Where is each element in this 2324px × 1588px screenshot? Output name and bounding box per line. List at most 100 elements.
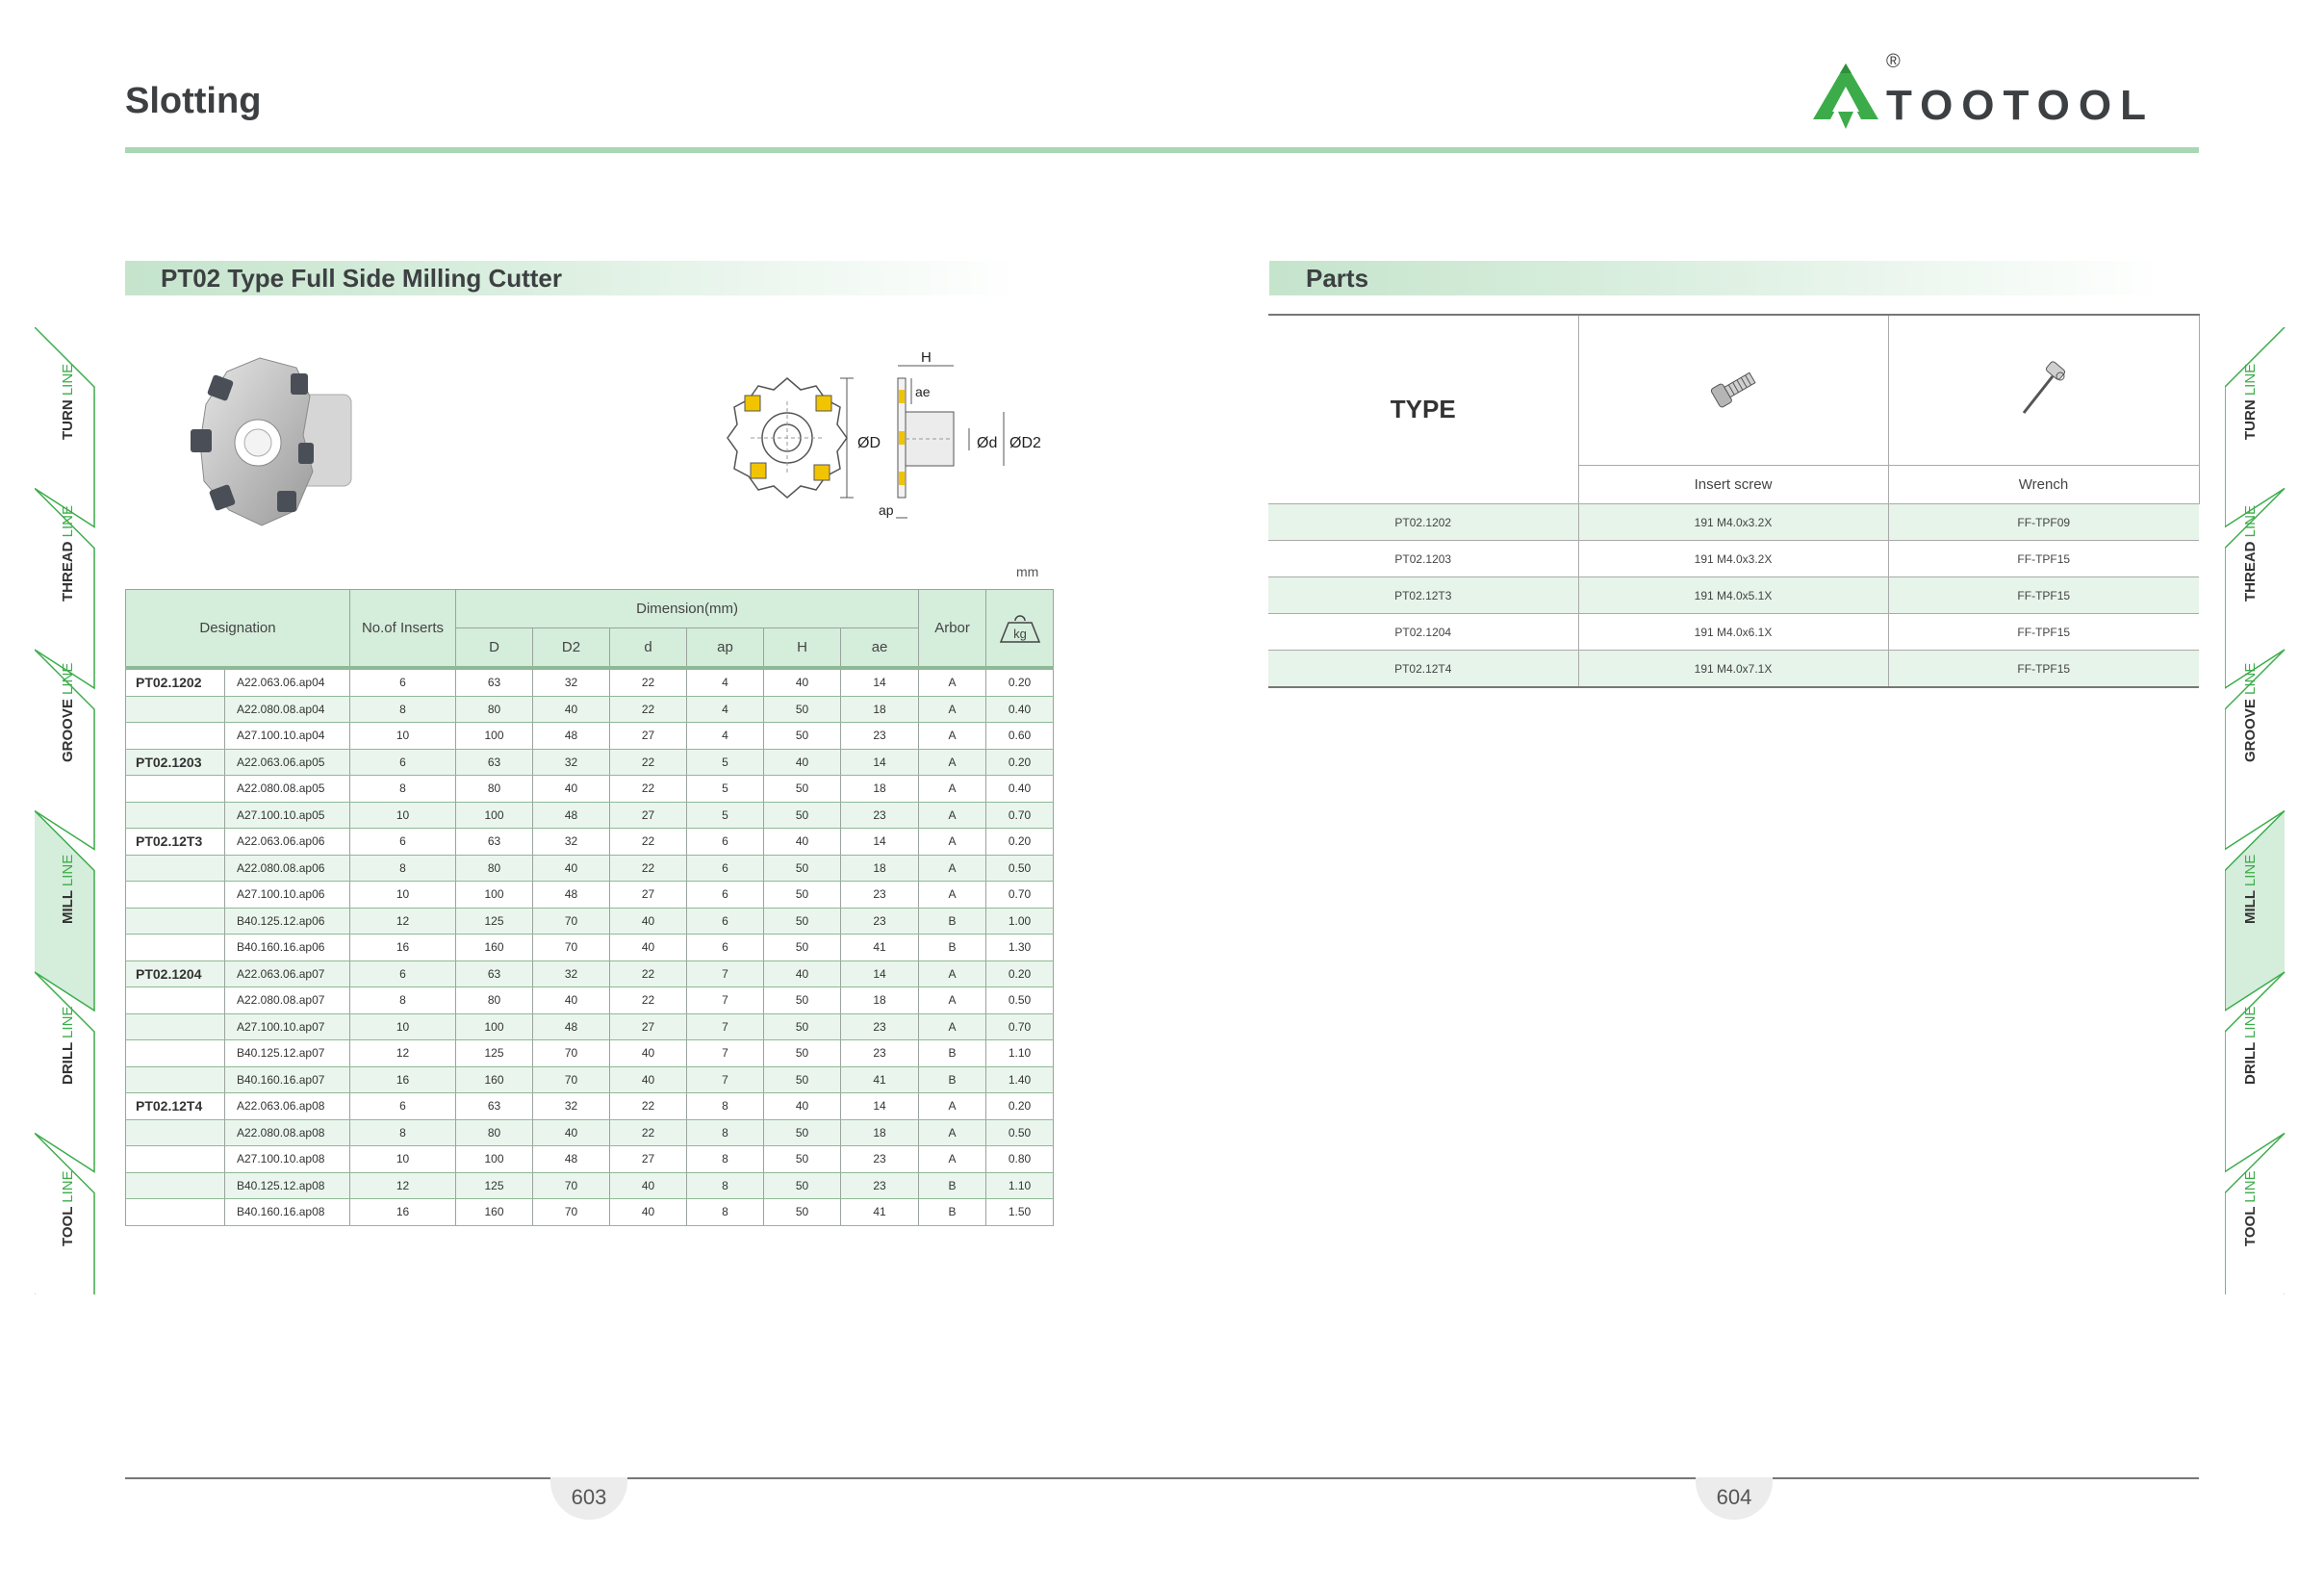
cell-arbor: B: [918, 934, 987, 961]
cell-kg: 0.20: [985, 1092, 1055, 1120]
cell-ins: 8: [349, 986, 456, 1014]
section-title-band-left: PT02 Type Full Side Milling Cutter: [125, 261, 1020, 295]
header-rule: [125, 147, 2199, 153]
cell-kg: 1.10: [985, 1172, 1055, 1199]
side-tab-shapes: [35, 327, 95, 1294]
side-tab-left-thread[interactable]: THREAD LINE: [60, 505, 76, 602]
cell-d: 125: [455, 1039, 533, 1067]
cutter-designation: A27.100.10.ap07: [224, 1013, 350, 1040]
diagram-label-d: Ød: [977, 435, 997, 451]
side-tab-left-turn[interactable]: TURN LINE: [60, 364, 76, 440]
side-tabs-left: TURN LINE THREAD LINE GROOVE LINE MILL LINE…: [35, 327, 140, 1294]
cell-d: 22: [609, 1119, 687, 1146]
cell-d2: 32: [532, 749, 610, 776]
cell-kg: 0.70: [985, 1013, 1055, 1040]
cell-d: 22: [609, 666, 687, 697]
header-dim-ae: ae: [839, 628, 920, 669]
table-row: A22.080.08.ap05 8 80 40 22 5 50 18 A 0.40: [125, 775, 1055, 803]
cell-d2: 32: [532, 828, 610, 856]
cell-ae: 18: [839, 775, 920, 803]
wrench-label: Wrench: [1887, 465, 2200, 504]
side-tab-right-groove[interactable]: GROOVE LINE: [2242, 663, 2259, 762]
table-row: A27.100.10.ap07 10 100 48 27 7 50 23 A 0.70: [125, 1013, 1055, 1040]
cell-ae: 23: [839, 722, 920, 750]
table-row: B40.160.16.ap06 16 160 70 40 6 50 41 B 1.30: [125, 934, 1055, 961]
cell-h: 50: [763, 696, 841, 723]
cell-h: 40: [763, 749, 841, 776]
cutter-designation: A27.100.10.ap04: [224, 722, 350, 750]
cell-kg: 0.50: [985, 1119, 1055, 1146]
side-tab-right-mill[interactable]: MILL LINE: [2242, 855, 2259, 924]
logo-mark-icon: [1813, 64, 1878, 129]
cell-arbor: A: [918, 881, 987, 909]
cell-ae: 14: [839, 666, 920, 697]
cell-ap: 8: [686, 1145, 764, 1173]
cell-arbor: A: [918, 855, 987, 882]
side-tab-right-thread[interactable]: THREAD LINE: [2242, 505, 2259, 602]
tootool-logo: ® TOOTOOL: [1813, 52, 2146, 129]
cell-ap: 6: [686, 881, 764, 909]
cell-kg: 1.40: [985, 1066, 1055, 1093]
cell-d: 63: [455, 666, 533, 697]
cell-ae: 14: [839, 1092, 920, 1120]
cell-ae: 23: [839, 1039, 920, 1067]
cell-ap: 7: [686, 1039, 764, 1067]
cell-d: 40: [609, 1066, 687, 1093]
parts-table: TYPE Insert screw Wrench PT02.1202 191 M…: [1268, 314, 2200, 688]
side-tab-line: LINE: [2242, 662, 2259, 696]
cutter-designation: B40.125.12.ap07: [224, 1039, 350, 1067]
cell-ae: 23: [839, 1172, 920, 1199]
insert-screw-label: Insert screw: [1577, 465, 1889, 504]
cell-d2: 40: [532, 1119, 610, 1146]
cell-ap: 7: [686, 986, 764, 1014]
cell-ap: 6: [686, 828, 764, 856]
cell-d: 100: [455, 881, 533, 909]
cell-ae: 41: [839, 1066, 920, 1093]
cell-d: 80: [455, 696, 533, 723]
side-tab-right-drill[interactable]: DRILL LINE: [2242, 1007, 2259, 1085]
cell-d: 125: [455, 908, 533, 935]
cell-h: 50: [763, 722, 841, 750]
cell-kg: 0.80: [985, 1145, 1055, 1173]
side-tab-left-groove[interactable]: GROOVE LINE: [60, 663, 76, 762]
diagram-label-D: ØD: [857, 435, 881, 451]
cell-d: 63: [455, 749, 533, 776]
side-tab-left-mill[interactable]: MILL LINE: [60, 855, 76, 924]
cell-d2: 70: [532, 1172, 610, 1199]
table-row: B40.125.12.ap07 12 125 70 40 7 50 23 B 1.10: [125, 1039, 1055, 1067]
cell-d: 80: [455, 986, 533, 1014]
cell-h: 50: [763, 1198, 841, 1226]
cell-ae: 18: [839, 855, 920, 882]
side-tab-left-tool[interactable]: TOOL LINE: [60, 1170, 76, 1246]
table-row: PT02.1203 A22.063.06.ap05 6 63 32 22 5 40 14 A 0.2…: [125, 749, 1055, 776]
header-dim-H: H: [763, 628, 841, 669]
cutter-designation: A22.080.08.ap06: [224, 855, 350, 882]
cell-d: 22: [609, 1092, 687, 1120]
side-tab-right-turn[interactable]: TURN LINE: [2242, 364, 2259, 440]
cell-kg: 0.20: [985, 666, 1055, 697]
cell-ap: 5: [686, 802, 764, 829]
side-tab-name: THREAD: [60, 541, 76, 602]
side-tab-left-drill[interactable]: DRILL LINE: [60, 1007, 76, 1085]
cell-kg: 0.70: [985, 802, 1055, 829]
cell-ins: 6: [349, 1092, 456, 1120]
cell-d: 27: [609, 722, 687, 750]
cell-d: 100: [455, 1145, 533, 1173]
cell-ins: 10: [349, 722, 456, 750]
parts-cell-wrench: FF-TPF15: [1888, 650, 2199, 688]
cell-ae: 14: [839, 828, 920, 856]
parts-cell-wrench: FF-TPF15: [1888, 540, 2199, 577]
cell-arbor: A: [918, 749, 987, 776]
side-tab-right-tool[interactable]: TOOL LINE: [2242, 1170, 2259, 1246]
cell-ins: 6: [349, 828, 456, 856]
side-tab-shapes: [2225, 327, 2286, 1294]
cell-kg: 0.20: [985, 828, 1055, 856]
side-tab-name: DRILL: [60, 1042, 76, 1086]
cell-ins: 12: [349, 1039, 456, 1067]
cell-arbor: A: [918, 986, 987, 1014]
cutter-designation: A22.063.06.ap05: [224, 749, 350, 776]
table-row: B40.160.16.ap07 16 160 70 40 7 50 41 B 1.40: [125, 1066, 1055, 1093]
cell-d2: 32: [532, 1092, 610, 1120]
cutter-designation: B40.125.12.ap06: [224, 908, 350, 935]
table-row: B40.125.12.ap06 12 125 70 40 6 50 23 B 1.00: [125, 908, 1055, 935]
